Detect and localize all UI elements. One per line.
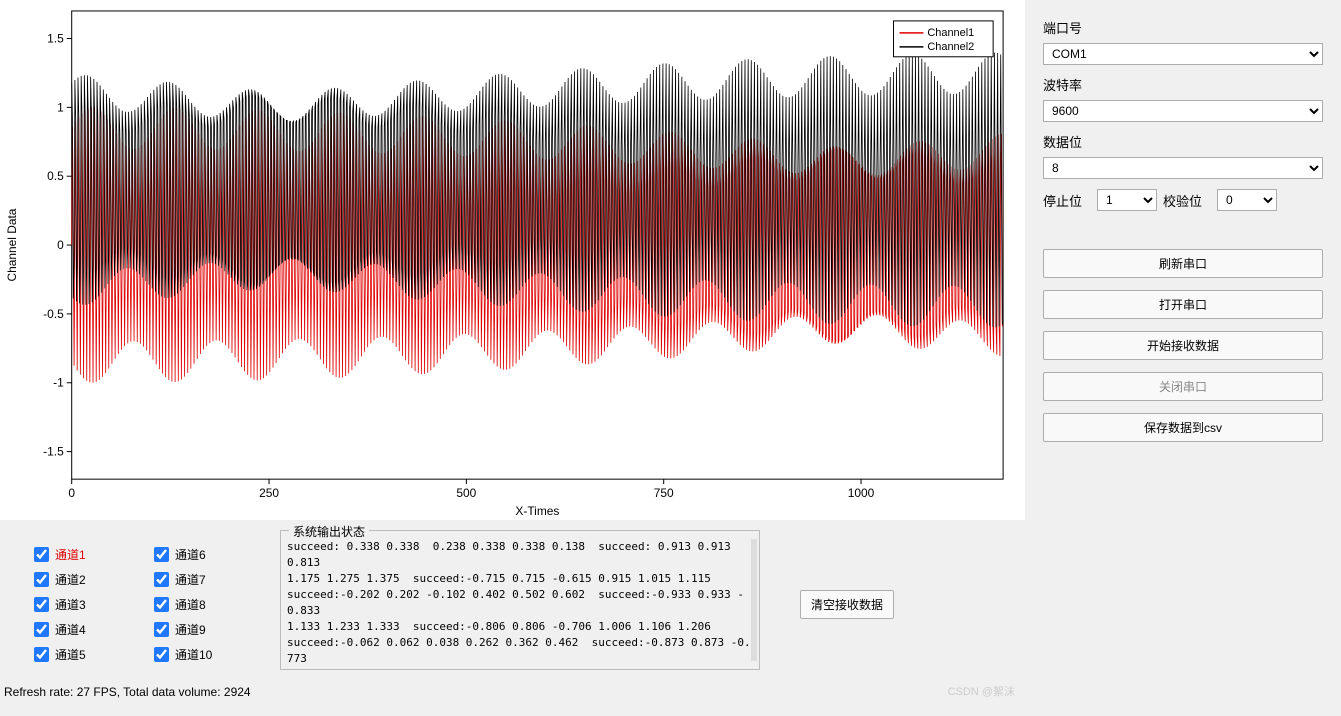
svg-text:X-Times: X-Times: [515, 504, 559, 518]
databits-select[interactable]: 8: [1043, 157, 1323, 179]
svg-text:-1: -1: [53, 376, 64, 390]
channel-checkbox-input[interactable]: [154, 622, 169, 637]
parity-label: 校验位: [1163, 191, 1211, 210]
open-port-button[interactable]: 打开串口: [1043, 290, 1323, 319]
log-scrollbar[interactable]: [751, 539, 757, 661]
status-text: Refresh rate: 27 FPS, Total data volume:…: [4, 685, 251, 699]
line-chart: -1.5 -1 -0.5 0 0.5 1 1.5 0 250 500 750 1000 X-Times C…: [1, 1, 1024, 519]
channel-checkbox-input[interactable]: [154, 597, 169, 612]
port-label: 端口号: [1043, 18, 1323, 37]
baud-label: 波特率: [1043, 75, 1323, 94]
channel-checkbox-label: 通道3: [55, 596, 86, 613]
channel-checkbox-通道8: 通道8: [150, 594, 270, 615]
channel-checkbox-input[interactable]: [154, 647, 169, 662]
channel-checkbox-通道4: 通道4: [30, 619, 150, 640]
svg-text:0.5: 0.5: [47, 169, 64, 183]
stopbits-label: 停止位: [1043, 191, 1091, 210]
baud-select[interactable]: 9600: [1043, 100, 1323, 122]
channel-checkbox-input[interactable]: [154, 547, 169, 562]
svg-text:Channel2: Channel2: [927, 41, 974, 53]
channel-checkbox-通道2: 通道2: [30, 569, 150, 590]
channel-checkbox-input[interactable]: [34, 622, 49, 637]
save-csv-button[interactable]: 保存数据到csv: [1043, 413, 1323, 442]
channel-checkbox-label: 通道9: [175, 621, 206, 638]
channel-checkbox-input[interactable]: [34, 597, 49, 612]
svg-text:1: 1: [57, 100, 64, 114]
channel-checkbox-通道1: 通道1: [30, 544, 150, 565]
chart-area: -1.5 -1 -0.5 0 0.5 1 1.5 0 250 500 750 1000 X-Times C…: [0, 0, 1025, 520]
refresh-port-button[interactable]: 刷新串口: [1043, 249, 1323, 278]
channel-checkbox-input[interactable]: [34, 547, 49, 562]
channel-checkbox-label: 通道5: [55, 646, 86, 663]
svg-text:Channel Data: Channel Data: [5, 208, 19, 281]
stopbits-select[interactable]: 1: [1097, 189, 1157, 211]
svg-text:Channel1: Channel1: [927, 27, 974, 39]
channel-checkbox-label: 通道7: [175, 571, 206, 588]
log-groupbox: 系统输出状态 succeed: 0.338 0.338 0.238 0.338 …: [280, 530, 760, 670]
channel-checkbox-label: 通道1: [55, 546, 86, 563]
svg-text:0: 0: [68, 486, 75, 500]
svg-text:1000: 1000: [848, 486, 875, 500]
watermark-text: CSDN @絮沫: [948, 683, 1015, 699]
start-recv-button[interactable]: 开始接收数据: [1043, 331, 1323, 360]
channel-checkbox-input[interactable]: [34, 647, 49, 662]
databits-label: 数据位: [1043, 132, 1323, 151]
channel-checkbox-通道10: 通道10: [150, 644, 270, 665]
clear-recv-button[interactable]: 清空接收数据: [800, 590, 894, 619]
log-output: succeed: 0.338 0.338 0.238 0.338 0.338 0…: [281, 531, 759, 669]
channel-checkbox-input[interactable]: [154, 572, 169, 587]
status-bar: Refresh rate: 27 FPS, Total data volume:…: [0, 679, 1025, 703]
serial-config-panel: 端口号 COM1 波特率 9600 数据位 8 停止位 1 校验位 0: [1025, 0, 1341, 716]
svg-text:500: 500: [456, 486, 476, 500]
channel-checkbox-通道7: 通道7: [150, 569, 270, 590]
svg-text:1.5: 1.5: [47, 31, 64, 45]
channel-checkbox-label: 通道4: [55, 621, 86, 638]
close-port-button[interactable]: 关闭串口: [1043, 372, 1323, 401]
channel-checkbox-通道5: 通道5: [30, 644, 150, 665]
svg-text:0: 0: [57, 238, 64, 252]
channel-toggle-panel: 通道1 通道2 通道3 通道4 通道5 通道6 通道7 通道8 通道9 通道10: [0, 530, 280, 679]
channel-checkbox-通道6: 通道6: [150, 544, 270, 565]
port-select[interactable]: COM1: [1043, 43, 1323, 65]
log-title: 系统输出状态: [289, 523, 369, 540]
svg-text:750: 750: [654, 486, 674, 500]
channel-checkbox-label: 通道2: [55, 571, 86, 588]
channel-checkbox-label: 通道8: [175, 596, 206, 613]
channel-checkbox-label: 通道6: [175, 546, 206, 563]
channel-checkbox-通道9: 通道9: [150, 619, 270, 640]
channel-checkbox-label: 通道10: [175, 646, 212, 663]
svg-text:250: 250: [259, 486, 279, 500]
parity-select[interactable]: 0: [1217, 189, 1277, 211]
channel-checkbox-input[interactable]: [34, 572, 49, 587]
svg-text:-0.5: -0.5: [43, 307, 64, 321]
svg-text:-1.5: -1.5: [43, 445, 64, 459]
channel-checkbox-通道3: 通道3: [30, 594, 150, 615]
